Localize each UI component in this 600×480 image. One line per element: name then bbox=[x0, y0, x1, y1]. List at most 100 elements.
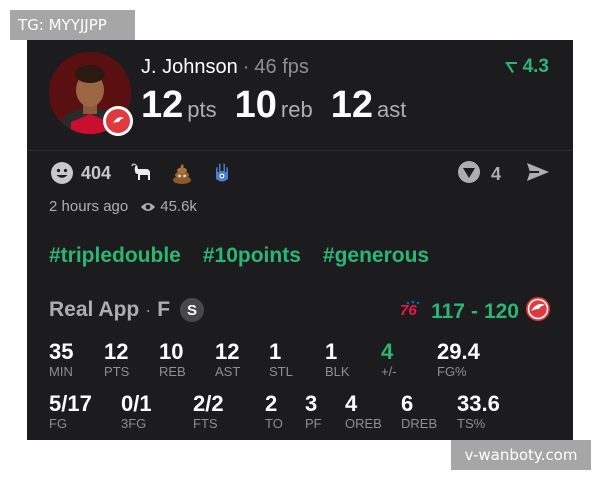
hashtag-generous[interactable]: #generous bbox=[323, 244, 429, 268]
stat-fts: 2/2 FTS bbox=[193, 392, 265, 440]
game-score[interactable]: 76 117-120 bbox=[399, 296, 551, 328]
vote-count[interactable]: 4 bbox=[491, 164, 501, 185]
reaction-count[interactable]: 404 bbox=[81, 163, 111, 184]
statline: 12 pts 10 reb 12 ast bbox=[141, 84, 424, 127]
stat-label: FG% bbox=[437, 364, 467, 379]
s-badge: S bbox=[180, 298, 205, 322]
watermark-bottom-right: v-wanboty.com bbox=[451, 440, 591, 470]
share-area: 4 bbox=[457, 160, 551, 189]
stat-label: 3FG bbox=[121, 416, 147, 431]
stat-value: 2 bbox=[265, 391, 278, 416]
hashtags: #tripledouble #10points #generous bbox=[49, 244, 429, 268]
hamsa-emoji-icon[interactable] bbox=[209, 160, 235, 186]
stat-label: TS% bbox=[457, 416, 486, 431]
stat-label: STL bbox=[269, 364, 293, 379]
player-name-line: J. Johnson · 46 fps bbox=[141, 56, 309, 79]
stat-label: BLK bbox=[325, 364, 350, 379]
trend-up-icon bbox=[504, 62, 517, 73]
fps-score: 46 fps bbox=[254, 56, 309, 78]
box-score-row-2: 5/17 FG 0/1 3FG 2/2 FTS 2 TO 3 PF 4 OREB 6 DREB… bbox=[49, 392, 559, 440]
stat-reb: 10 REB bbox=[159, 340, 215, 392]
stat-blk: 1 BLK bbox=[325, 340, 381, 392]
trend-indicator: 4.3 bbox=[503, 56, 549, 78]
svg-text:76: 76 bbox=[400, 302, 417, 319]
stat-value: 5/17 bbox=[49, 391, 92, 416]
stat-label: AST bbox=[215, 364, 241, 379]
post-meta: 2 hours ago 45.6k bbox=[49, 198, 197, 215]
hawks-logo-icon bbox=[106, 109, 130, 133]
stat-plus-minus: 4 +/- bbox=[381, 340, 437, 392]
rebounds-value: 10 bbox=[234, 84, 277, 126]
hashtag-10points[interactable]: #10points bbox=[203, 244, 301, 268]
rebounds-unit: reb bbox=[280, 97, 313, 122]
assists-value: 12 bbox=[330, 84, 373, 126]
hawks-logo-icon bbox=[525, 296, 551, 328]
76ers-logo-icon: 76 bbox=[399, 299, 425, 325]
stat-value: 12 bbox=[215, 339, 240, 364]
stat-pts: 12 PTS bbox=[104, 340, 159, 392]
stat-fg: 5/17 FG bbox=[49, 392, 121, 440]
app-name[interactable]: Real App bbox=[49, 298, 139, 322]
stat-value: 6 bbox=[401, 391, 414, 416]
stat-value: 35 bbox=[49, 339, 74, 364]
stat-value: 0/1 bbox=[121, 391, 152, 416]
post-card[interactable]: J. Johnson · 46 fps 4.3 12 pts 10 reb 12 ast … bbox=[27, 40, 573, 440]
reaction-row: 404 bbox=[49, 160, 249, 186]
stat-value: 4 bbox=[345, 391, 358, 416]
trend-value: 4.3 bbox=[522, 56, 549, 77]
points-value: 12 bbox=[141, 84, 184, 126]
stat-ast: 12 AST bbox=[215, 340, 269, 392]
score-separator: - bbox=[470, 300, 478, 323]
points-unit: pts bbox=[187, 97, 217, 122]
box-score: 35 MIN 12 PTS 10 REB 12 AST 1 STL 1 BLK 4 +/- 2… bbox=[49, 340, 559, 440]
hashtag-tripledouble[interactable]: #tripledouble bbox=[49, 244, 181, 268]
time-ago: 2 hours ago bbox=[49, 198, 129, 215]
stat-label: PF bbox=[305, 416, 322, 431]
stat-label: TO bbox=[265, 416, 283, 431]
away-score: 117 bbox=[431, 300, 465, 323]
stat-oreb: 4 OREB bbox=[345, 392, 401, 440]
send-icon[interactable] bbox=[525, 161, 551, 188]
stat-value: 1 bbox=[269, 339, 282, 364]
stat-value: 3 bbox=[305, 391, 318, 416]
stat-pf: 3 PF bbox=[305, 392, 345, 440]
stat-label: PTS bbox=[104, 364, 130, 379]
player-name[interactable]: J. Johnson bbox=[141, 56, 238, 78]
home-score: 120 bbox=[483, 300, 519, 323]
watermark-top-left: TG: MYYJJPP bbox=[10, 10, 135, 40]
stat-value: 33.6 bbox=[457, 391, 500, 416]
stat-min: 35 MIN bbox=[49, 340, 104, 392]
stat-label: FTS bbox=[193, 416, 218, 431]
stat-to: 2 TO bbox=[265, 392, 305, 440]
stat-value: 2/2 bbox=[193, 391, 224, 416]
stat-3fg: 0/1 3FG bbox=[121, 392, 193, 440]
stat-value: 4 bbox=[381, 339, 394, 364]
stat-stl: 1 STL bbox=[269, 340, 325, 392]
stat-label: +/- bbox=[381, 364, 397, 379]
separator-dot: · bbox=[145, 299, 152, 320]
views: 45.6k bbox=[140, 198, 197, 215]
team-badge bbox=[103, 106, 133, 136]
stat-value: 12 bbox=[104, 339, 129, 364]
assists-unit: ast bbox=[377, 97, 407, 122]
separator-dot: · bbox=[242, 56, 250, 78]
stat-fg-pct: 29.4 FG% bbox=[437, 340, 507, 392]
views-count: 45.6k bbox=[160, 198, 197, 215]
stat-label: MIN bbox=[49, 364, 73, 379]
stat-value: 10 bbox=[159, 339, 184, 364]
stat-value: 1 bbox=[325, 339, 338, 364]
goat-emoji-icon[interactable] bbox=[129, 160, 155, 186]
stat-dreb: 6 DREB bbox=[401, 392, 457, 440]
smiley-react-icon[interactable] bbox=[49, 160, 75, 186]
stat-label: REB bbox=[159, 364, 186, 379]
box-score-row-1: 35 MIN 12 PTS 10 REB 12 AST 1 STL 1 BLK 4 +/- 2… bbox=[49, 340, 559, 392]
divider bbox=[27, 150, 573, 151]
eye-icon bbox=[141, 202, 156, 211]
stat-label: FG bbox=[49, 416, 68, 431]
game-info: Real App · F S bbox=[49, 298, 205, 322]
stat-value: 29.4 bbox=[437, 339, 480, 364]
vote-icon[interactable] bbox=[457, 160, 481, 189]
stat-ts-pct: 33.6 TS% bbox=[457, 392, 527, 440]
poop-emoji-icon[interactable] bbox=[169, 160, 195, 186]
player-position: F bbox=[157, 298, 171, 321]
